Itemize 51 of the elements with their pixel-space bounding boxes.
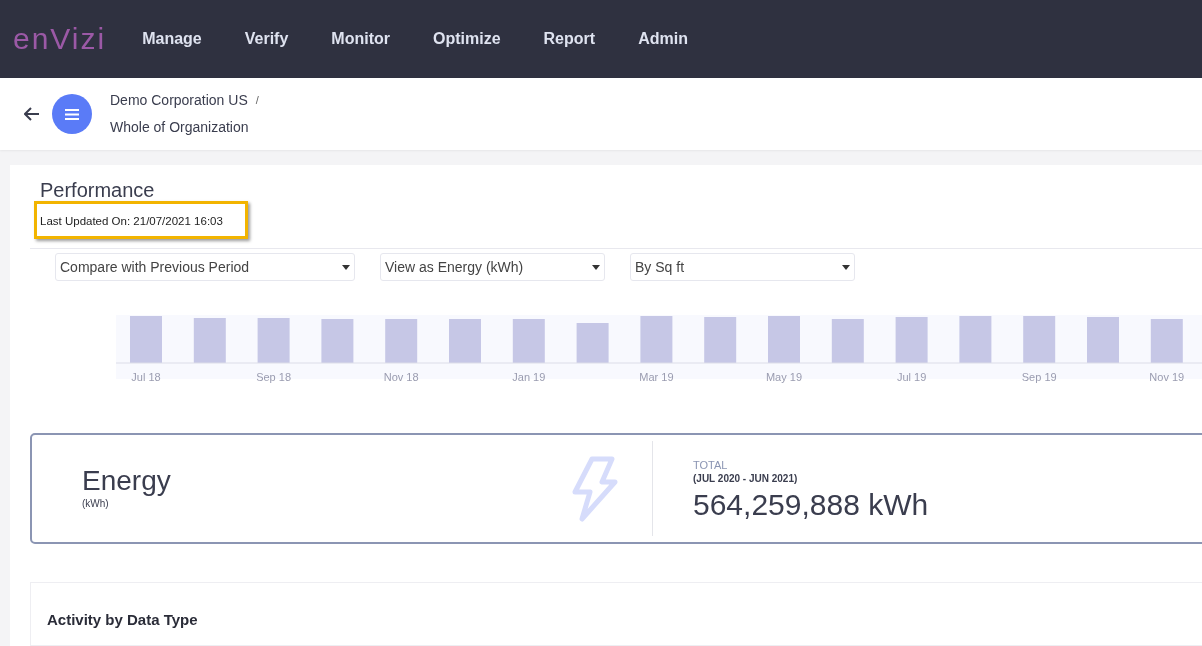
nav-link[interactable]: Report	[543, 27, 596, 51]
axis-label: May 19	[764, 370, 804, 385]
chart-bar	[449, 319, 481, 363]
caret-icon	[592, 264, 600, 270]
dropdown[interactable]: View as Energy (kWh)	[380, 253, 605, 281]
chart-bar	[1087, 317, 1119, 363]
axis-label: Sep 18	[255, 370, 293, 385]
chart-bar	[831, 319, 864, 363]
menu-icon	[65, 108, 79, 120]
nav-link[interactable]: Verify	[244, 27, 289, 51]
chart-bar	[512, 319, 545, 363]
axis-label: Mar 19	[638, 370, 675, 385]
lightning-icon	[570, 455, 618, 522]
chart-bar	[385, 319, 418, 363]
back-arrow-icon[interactable]	[24, 107, 40, 121]
caret-icon	[842, 264, 850, 270]
chart-bar	[768, 316, 800, 363]
nav-link[interactable]: Admin	[638, 27, 688, 51]
energy-title: Energy	[82, 466, 171, 496]
nav-link[interactable]: Monitor	[331, 27, 390, 51]
axis-label: Nov 19	[1148, 370, 1186, 385]
dropdown[interactable]: By Sq ft	[630, 253, 855, 281]
axis-label: Jul 18	[130, 370, 162, 385]
performance-title: Performance	[40, 179, 156, 201]
activity-title: Activity by Data Type	[46, 610, 199, 630]
chart-bar	[640, 316, 673, 363]
dropdown[interactable]: Compare with Previous Period	[55, 253, 355, 281]
breadcrumb-current: Whole of Organization	[110, 118, 250, 137]
chart-bar	[895, 317, 928, 363]
total-value: 564,259,888 kWh	[693, 487, 929, 523]
chart-bar	[1150, 319, 1183, 363]
chart-bar	[130, 316, 162, 363]
chart-bar	[1023, 316, 1056, 363]
axis-label: Jan 19	[511, 370, 547, 385]
caret-icon	[342, 264, 350, 270]
breadcrumb-link[interactable]: Demo Corporation US	[110, 90, 248, 111]
energy-unit: (kWh)	[82, 497, 110, 511]
last-updated-text: Last Updated On: 21/07/2021 16:03	[40, 215, 223, 227]
chart-bar	[704, 317, 737, 363]
breadcrumb-separator: /	[255, 93, 259, 109]
nav-link[interactable]: Optimize	[433, 27, 501, 51]
nav-link[interactable]: Manage	[142, 27, 202, 51]
chart-bar	[959, 316, 992, 363]
chart-bar	[321, 319, 354, 363]
chart-bar	[576, 323, 609, 363]
menu-button[interactable]	[52, 94, 92, 134]
axis-label: Jul 19	[895, 370, 928, 385]
period-text: (JUL 2020 - JUN 2021)	[693, 472, 799, 486]
axis-label: Nov 18	[382, 370, 420, 385]
axis-label: Sep 19	[1020, 370, 1058, 385]
total-label: TOTAL	[693, 459, 729, 472]
